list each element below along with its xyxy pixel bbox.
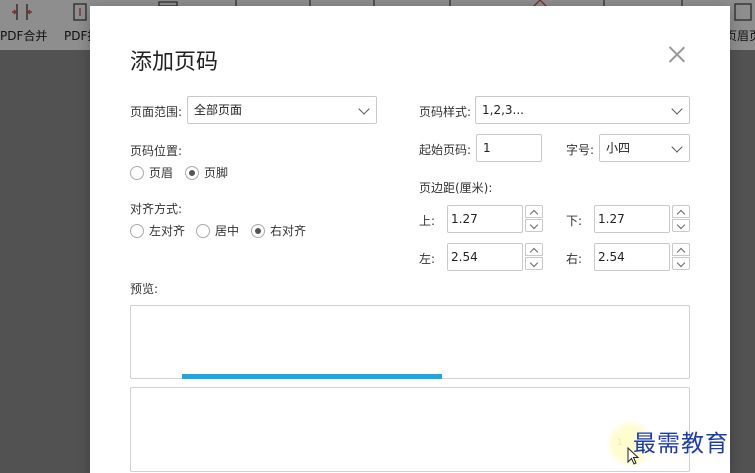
margin-bottom-spinner: 1.27 xyxy=(594,205,690,233)
radio-circle xyxy=(251,224,265,238)
align-label: 对齐方式: xyxy=(130,202,183,216)
margin-top-spinner: 1.27 xyxy=(447,205,543,233)
align-left-radio[interactable]: 左对齐 xyxy=(130,223,185,239)
preview-label: 预览: xyxy=(130,282,159,296)
page-style-select[interactable]: 1,2,3... xyxy=(475,96,690,124)
margin-left-spinner: 2.54 xyxy=(447,243,543,271)
page-range-label: 页面范围: xyxy=(130,105,183,119)
margins-label: 页边距(厘米): xyxy=(419,181,493,195)
margin-bottom-input[interactable]: 1.27 xyxy=(594,205,670,233)
margin-top-label: 上: xyxy=(419,214,436,228)
margin-bottom-value: 1.27 xyxy=(598,212,625,226)
radio-circle xyxy=(196,224,210,238)
start-page-input[interactable]: 1 xyxy=(476,134,542,162)
preview-page-top xyxy=(130,305,690,379)
margin-top-input[interactable]: 1.27 xyxy=(447,205,523,233)
dialog-title: 添加页码 xyxy=(130,50,219,75)
chevron-down-icon xyxy=(671,141,683,153)
chevron-down-icon xyxy=(671,103,683,115)
font-size-label: 字号: xyxy=(566,143,595,157)
margin-left-decrement[interactable] xyxy=(525,257,543,270)
radio-label: 页脚 xyxy=(204,166,229,180)
radio-label: 页眉 xyxy=(149,166,174,180)
margin-right-label: 右: xyxy=(566,252,583,266)
align-right-radio[interactable]: 右对齐 xyxy=(251,223,306,239)
radio-label: 左对齐 xyxy=(149,224,186,238)
position-header-radio[interactable]: 页眉 xyxy=(130,165,173,181)
preview-page-bottom: 1 xyxy=(130,387,690,472)
preview-text-strip xyxy=(182,374,442,379)
watermark-text: 最需教育 xyxy=(633,431,729,457)
radio-circle xyxy=(130,166,144,180)
margin-left-increment[interactable] xyxy=(525,243,543,256)
radio-circle xyxy=(130,224,144,238)
margin-top-increment[interactable] xyxy=(525,205,543,218)
margin-right-increment[interactable] xyxy=(672,243,690,256)
font-size-value: 小四 xyxy=(606,141,631,155)
margin-right-spinner: 2.54 xyxy=(594,243,690,271)
margin-left-input[interactable]: 2.54 xyxy=(447,243,523,271)
page-range-select[interactable]: 全部页面 xyxy=(187,96,377,124)
page-range-value: 全部页面 xyxy=(194,103,243,117)
margin-bottom-label: 下: xyxy=(566,214,583,228)
margin-right-input[interactable]: 2.54 xyxy=(594,243,670,271)
margin-top-value: 1.27 xyxy=(451,212,478,226)
radio-label: 右对齐 xyxy=(270,224,307,238)
radio-circle xyxy=(185,166,199,180)
align-center-radio[interactable]: 居中 xyxy=(196,223,239,239)
page-style-value: 1,2,3... xyxy=(482,103,524,117)
mouse-cursor-icon xyxy=(627,447,639,465)
close-icon[interactable] xyxy=(668,46,686,64)
margin-bottom-increment[interactable] xyxy=(672,205,690,218)
style-label: 页码样式: xyxy=(419,105,472,119)
margin-right-decrement[interactable] xyxy=(672,257,690,270)
margin-left-value: 2.54 xyxy=(451,250,478,264)
position-footer-radio[interactable]: 页脚 xyxy=(185,165,228,181)
font-size-select[interactable]: 小四 xyxy=(599,134,690,162)
margin-bottom-decrement[interactable] xyxy=(672,219,690,232)
position-label: 页码位置: xyxy=(130,144,183,158)
margin-right-value: 2.54 xyxy=(598,250,625,264)
margin-left-label: 左: xyxy=(419,252,436,266)
start-label: 起始页码: xyxy=(419,143,472,157)
start-page-value: 1 xyxy=(483,141,491,155)
chevron-down-icon xyxy=(358,103,370,115)
radio-label: 居中 xyxy=(215,224,240,238)
margin-top-decrement[interactable] xyxy=(525,219,543,232)
add-page-number-dialog: 添加页码 页面范围: 全部页面 页码位置: 页眉 页脚 对齐方式: 左对齐 居中… xyxy=(90,6,730,473)
